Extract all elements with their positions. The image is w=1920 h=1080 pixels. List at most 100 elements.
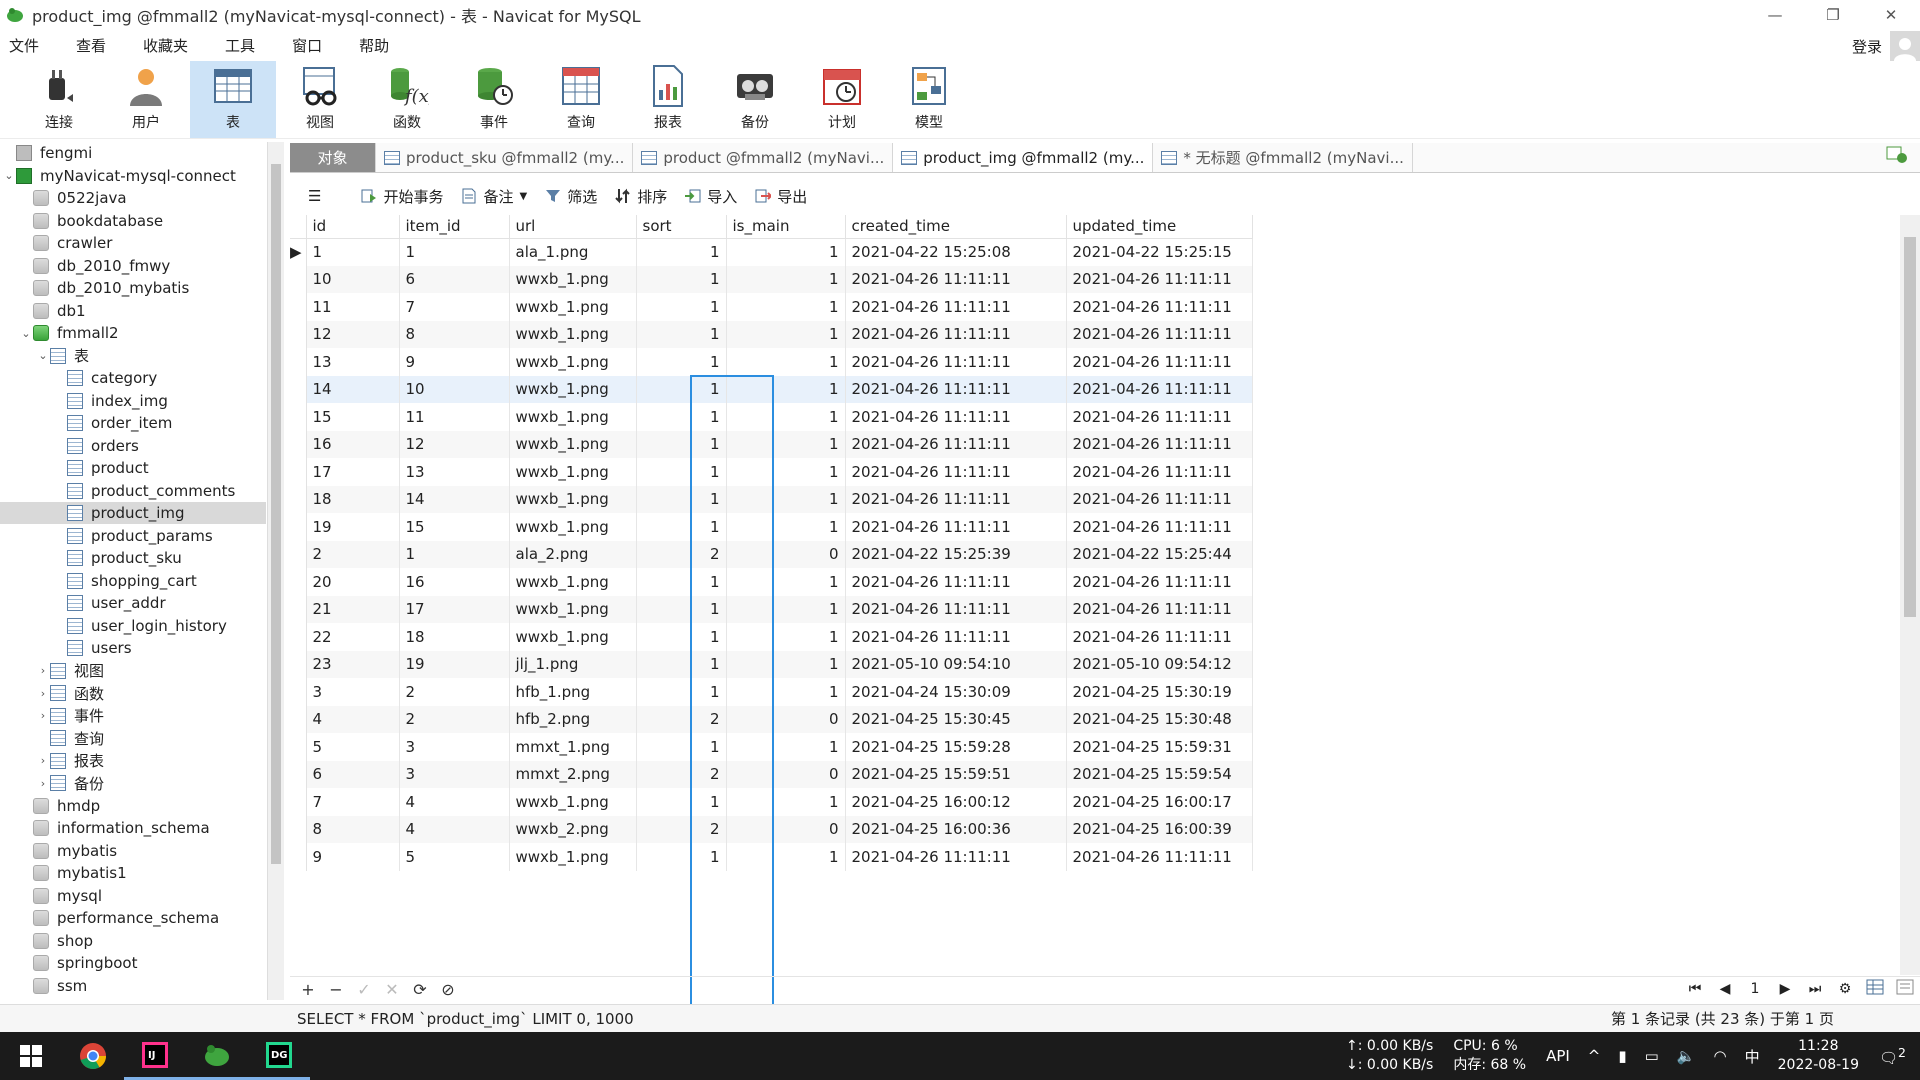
taskbar-navicat[interactable] (186, 1032, 248, 1080)
cell-url[interactable]: jlj_1.png (509, 650, 637, 678)
cell-sort[interactable]: 1 (636, 843, 727, 871)
tree-item-information-schema[interactable]: information_schema (0, 817, 266, 839)
cell-item-id[interactable]: 2 (399, 678, 510, 706)
cell-item-id[interactable]: 1 (399, 540, 510, 568)
wifi-icon[interactable]: ◠ (1714, 1047, 1727, 1065)
cell-sort[interactable]: 1 (636, 568, 727, 596)
cell-is-main[interactable]: 1 (726, 485, 846, 513)
avatar[interactable] (1890, 31, 1920, 61)
cell-item-id[interactable]: 1 (399, 238, 510, 266)
cell-item-id[interactable]: 13 (399, 458, 510, 486)
discard-changes-button[interactable]: ✕ (378, 980, 406, 999)
chevron-right-icon[interactable]: › (36, 687, 50, 700)
cell-sort[interactable]: 1 (636, 293, 727, 321)
cell-is-main[interactable]: 1 (726, 320, 846, 348)
toolbar-connect-button[interactable]: 连接 (16, 61, 102, 138)
cell-url[interactable]: wwxb_1.png (509, 403, 637, 431)
tab-4[interactable]: * 无标题 @fmmall2 (myNavi... (1153, 143, 1413, 172)
tree-item-bookdatabase[interactable]: bookdatabase (0, 210, 266, 232)
grid-menu-button[interactable]: ☰ (308, 187, 321, 205)
import-button[interactable]: 导入 (685, 186, 737, 207)
taskbar-intellij[interactable]: IJ (124, 1032, 186, 1080)
tab-objects[interactable]: 对象 (290, 143, 376, 172)
row-marker[interactable] (290, 760, 307, 788)
toolbar-report-button[interactable]: 报表 (625, 61, 711, 138)
cell-created-time[interactable]: 2021-04-25 15:59:51 (845, 760, 1067, 788)
cell-created-time[interactable]: 2021-04-26 11:11:11 (845, 320, 1067, 348)
cell-item-id[interactable]: 16 (399, 568, 510, 596)
cell-sort[interactable]: 2 (636, 815, 727, 843)
tree-item-product[interactable]: product (0, 457, 266, 479)
tree-item-函数[interactable]: › 函数 (0, 682, 266, 704)
toolbar-query-button[interactable]: 查询 (538, 61, 624, 138)
apply-changes-button[interactable]: ✓ (350, 980, 378, 999)
cell-item-id[interactable]: 3 (399, 733, 510, 761)
cell-id[interactable]: 9 (306, 843, 400, 871)
cell-id[interactable]: 7 (306, 788, 400, 816)
row-marker[interactable] (290, 485, 307, 513)
menu-favorites[interactable]: 收藏夹 (134, 35, 202, 56)
cell-updated-time[interactable]: 2021-04-26 11:11:11 (1066, 623, 1253, 651)
tree-item-users[interactable]: users (0, 637, 266, 659)
cell-item-id[interactable]: 19 (399, 650, 510, 678)
table-row[interactable]: 2 1 ala_2.png 2 0 2021-04-22 15:25:39 2021-04-… (290, 540, 1253, 568)
cell-id[interactable]: 1 (306, 238, 400, 266)
cell-id[interactable]: 18 (306, 485, 400, 513)
cell-sort[interactable]: 1 (636, 375, 727, 403)
tree-item-mybatis[interactable]: mybatis (0, 840, 266, 862)
cell-item-id[interactable]: 4 (399, 788, 510, 816)
table-row[interactable]: 13 9 wwxb_1.png 1 1 2021-04-26 11:11:11 2021-0… (290, 348, 1253, 376)
tree-item-user-login-history[interactable]: user_login_history (0, 615, 266, 637)
cell-id[interactable]: 3 (306, 678, 400, 706)
row-marker[interactable] (290, 650, 307, 678)
tree-item-mysql[interactable]: mysql (0, 885, 266, 907)
table-row[interactable]: 5 3 mmxt_1.png 1 1 2021-04-25 15:59:28 2021-04… (290, 733, 1253, 761)
grid-view-toggle[interactable] (1860, 979, 1890, 999)
cell-item-id[interactable]: 12 (399, 430, 510, 458)
cell-id[interactable]: 2 (306, 540, 400, 568)
sort-button[interactable]: 排序 (615, 186, 667, 207)
cell-item-id[interactable]: 18 (399, 623, 510, 651)
cell-id[interactable]: 22 (306, 623, 400, 651)
cell-url[interactable]: wwxb_1.png (509, 485, 637, 513)
cell-is-main[interactable]: 0 (726, 815, 846, 843)
first-page-button[interactable]: ⏮ (1680, 981, 1710, 997)
tree-item-product-params[interactable]: product_params (0, 525, 266, 547)
toolbar-event-button[interactable]: 事件 (451, 61, 537, 138)
cell-created-time[interactable]: 2021-04-26 11:11:11 (845, 843, 1067, 871)
cell-is-main[interactable]: 1 (726, 843, 846, 871)
cell-url[interactable]: ala_1.png (509, 238, 637, 266)
bookmark-icon[interactable]: ▮ (1618, 1047, 1626, 1065)
table-row[interactable]: 9 5 wwxb_1.png 1 1 2021-04-26 11:11:11 2021-04… (290, 843, 1253, 871)
cell-url[interactable]: wwxb_1.png (509, 568, 637, 596)
cell-is-main[interactable]: 1 (726, 595, 846, 623)
tree-item-product-img[interactable]: product_img (0, 502, 266, 524)
close-button[interactable]: ✕ (1862, 0, 1920, 29)
tree-item-报表[interactable]: › 报表 (0, 750, 266, 772)
toolbar-backup-button[interactable]: 备份 (712, 61, 798, 138)
cell-updated-time[interactable]: 2021-04-26 11:11:11 (1066, 348, 1253, 376)
cell-is-main[interactable]: 1 (726, 678, 846, 706)
cell-is-main[interactable]: 1 (726, 650, 846, 678)
cell-item-id[interactable]: 9 (399, 348, 510, 376)
tree-item-fengmi[interactable]: fengmi (0, 142, 266, 164)
cell-id[interactable]: 8 (306, 815, 400, 843)
last-page-button[interactable]: ⏭ (1800, 981, 1830, 997)
cell-item-id[interactable]: 7 (399, 293, 510, 321)
cell-item-id[interactable]: 8 (399, 320, 510, 348)
tree-item-db-2010-mybatis[interactable]: db_2010_mybatis (0, 277, 266, 299)
cell-updated-time[interactable]: 2021-05-10 09:54:12 (1066, 650, 1253, 678)
tree-item-db-2010-fmwy[interactable]: db_2010_fmwy (0, 255, 266, 277)
cell-updated-time[interactable]: 2021-04-26 11:11:11 (1066, 485, 1253, 513)
cell-sort[interactable]: 1 (636, 485, 727, 513)
cell-sort[interactable]: 1 (636, 458, 727, 486)
tree-item-orders[interactable]: orders (0, 435, 266, 457)
cell-is-main[interactable]: 0 (726, 705, 846, 733)
cell-id[interactable]: 19 (306, 513, 400, 541)
cell-url[interactable]: hfb_1.png (509, 678, 637, 706)
cell-created-time[interactable]: 2021-04-26 11:11:11 (845, 568, 1067, 596)
chevron-right-icon[interactable]: › (36, 754, 50, 767)
row-marker[interactable] (290, 320, 307, 348)
cell-sort[interactable]: 1 (636, 733, 727, 761)
cell-created-time[interactable]: 2021-04-26 11:11:11 (845, 265, 1067, 293)
